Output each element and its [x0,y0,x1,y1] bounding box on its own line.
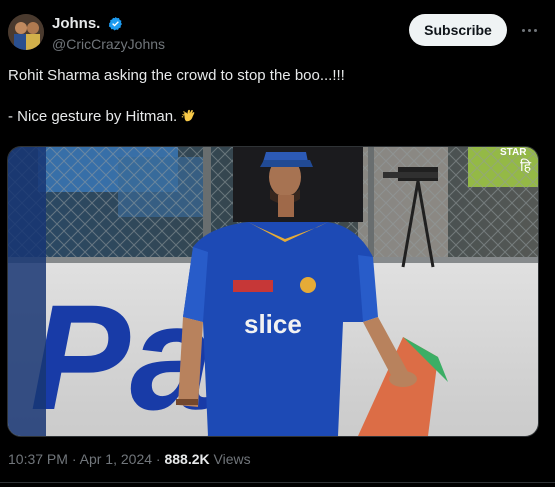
separator: · [155,451,161,467]
separator: · [71,451,77,467]
tweet-video[interactable]: Pay slice STAR हि [7,146,539,437]
tweet-line-1: Rohit Sharma asking the crowd to stop th… [8,67,345,84]
tweet-text: Rohit Sharma asking the crowd to stop th… [8,66,538,127]
clapping-hands-icon [182,109,195,122]
handle[interactable]: @CricCrazyJohns [52,36,165,52]
views-count: 888.2K [164,451,210,467]
tweet-line-2: - Nice gesture by Hitman. [8,106,538,127]
subscribe-button[interactable]: Subscribe [409,14,507,46]
divider [0,482,555,483]
display-name[interactable]: Johns. [52,15,100,32]
tweet-time[interactable]: 10:37 PM [8,451,68,467]
tweet-header: Johns. @CricCrazyJohns Subscribe [8,12,547,52]
author-info[interactable]: Johns. @CricCrazyJohns [52,15,165,52]
views-label: Views [213,451,251,467]
tweet-date[interactable]: Apr 1, 2024 [80,451,152,467]
broadcast-corner-text: STAR [500,147,527,158]
avatar[interactable] [8,14,44,50]
tweet-meta: 10:37 PM · Apr 1, 2024 · 888.2K Views [8,451,251,467]
verified-badge-icon [108,17,122,31]
more-options-icon[interactable] [519,20,539,40]
broadcast-corner-text-2: हि [520,158,532,175]
